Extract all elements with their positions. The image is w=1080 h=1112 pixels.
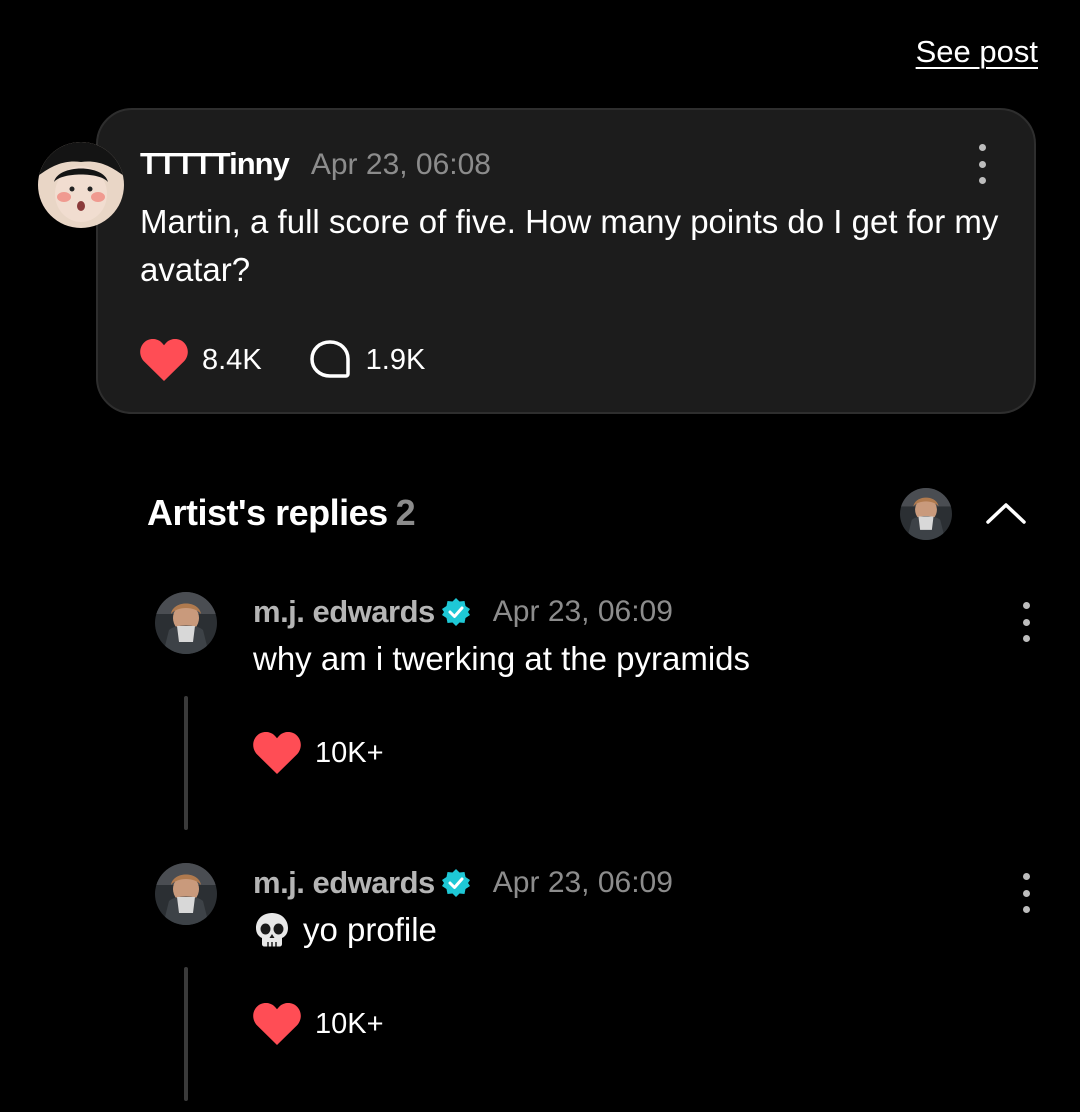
- like-button[interactable]: 10K+: [253, 732, 384, 774]
- post-card[interactable]: TTTTTinny Apr 23, 06:08 Martin, a full s…: [96, 108, 1036, 414]
- reply-header: m.j. edwards Apr 23, 06:09: [253, 865, 673, 901]
- post-author-avatar[interactable]: [38, 142, 124, 228]
- reply-actions: 10K+: [253, 1003, 384, 1045]
- reply-item: m.j. edwards Apr 23, 06:09 yo profile 10…: [0, 863, 1080, 1112]
- replies-title: Artist's replies: [147, 492, 388, 533]
- reply-text-content: yo profile: [303, 911, 437, 948]
- replies-count: 2: [395, 492, 416, 533]
- comment-button[interactable]: 1.9K: [308, 338, 426, 382]
- skull-icon: [256, 913, 288, 947]
- reply-author-name[interactable]: m.j. edwards: [253, 594, 435, 630]
- post-text: Martin, a full score of five. How many p…: [140, 203, 999, 288]
- reply-header: m.j. edwards Apr 23, 06:09: [253, 594, 673, 630]
- see-post-link[interactable]: See post: [916, 34, 1038, 70]
- post-timestamp: Apr 23, 06:08: [310, 148, 491, 181]
- reply-timestamp: Apr 23, 06:09: [492, 595, 673, 628]
- like-button[interactable]: 8.4K: [140, 339, 262, 381]
- thread-line: [184, 967, 188, 1101]
- artist-replies-heading: Artist's replies 2: [147, 492, 416, 534]
- more-vertical-icon[interactable]: [970, 144, 994, 184]
- reply-author-avatar[interactable]: [155, 592, 217, 654]
- like-count: 10K+: [315, 736, 384, 769]
- like-count: 10K+: [315, 1007, 384, 1040]
- reply-actions: 10K+: [253, 732, 384, 774]
- comment-count: 1.9K: [365, 343, 426, 376]
- heart-icon: [253, 732, 301, 774]
- post-author-name[interactable]: TTTTTinny: [140, 146, 290, 182]
- reply-author-name[interactable]: m.j. edwards: [253, 865, 435, 901]
- reply-timestamp: Apr 23, 06:09: [492, 866, 673, 899]
- heart-icon: [253, 1003, 301, 1045]
- reply-text: yo profile: [253, 911, 437, 949]
- chevron-up-icon[interactable]: [984, 500, 1028, 526]
- reply-author-avatar[interactable]: [155, 863, 217, 925]
- more-vertical-icon[interactable]: [1014, 873, 1038, 913]
- artist-avatar[interactable]: [900, 488, 952, 540]
- speech-bubble-icon: [309, 340, 350, 378]
- post-actions: 8.4K 1.9K: [140, 338, 425, 382]
- reply-text: why am i twerking at the pyramids: [253, 640, 750, 678]
- like-button[interactable]: 10K+: [253, 1003, 384, 1045]
- reply-text-content: why am i twerking at the pyramids: [253, 640, 751, 677]
- like-count: 8.4K: [202, 343, 262, 376]
- post-header: TTTTTinny Apr 23, 06:08: [140, 146, 491, 182]
- more-vertical-icon[interactable]: [1014, 602, 1038, 642]
- verified-badge-icon: [441, 869, 470, 897]
- reply-item: m.j. edwards Apr 23, 06:09 why am i twer…: [0, 592, 1080, 842]
- heart-icon: [140, 339, 188, 381]
- verified-badge-icon: [441, 598, 470, 626]
- thread-line: [184, 696, 188, 830]
